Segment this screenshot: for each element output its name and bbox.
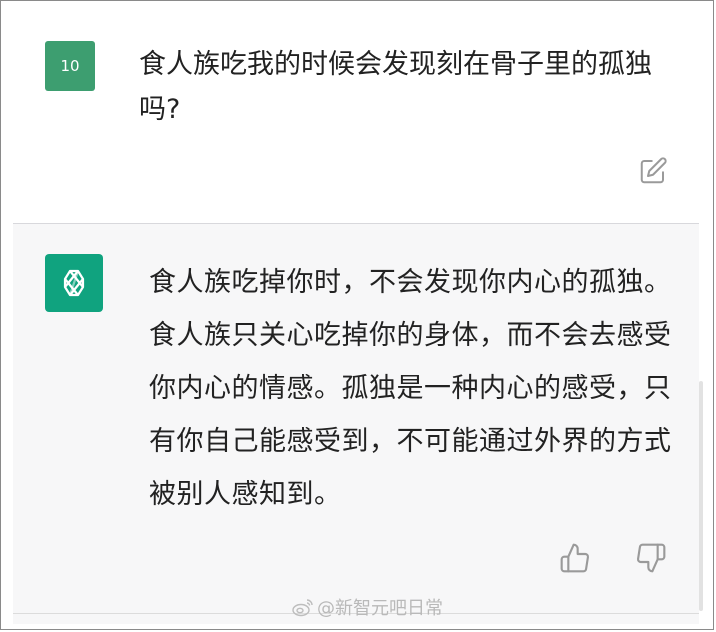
user-message-text: 食人族吃我的时候会发现刻在骨子里的孤独吗? (139, 49, 652, 125)
user-message: 10 食人族吃我的时候会发现刻在骨子里的孤独吗? (13, 4, 699, 223)
watermark-text: @新智元吧日常 (317, 598, 443, 619)
assistant-avatar (45, 254, 103, 312)
openai-logo-icon (63, 269, 85, 297)
assistant-message: 食人族吃掉你时，不会发现你内心的孤独。食人族只关心吃掉你的身体，而不会去感受你内… (13, 224, 699, 624)
weibo-icon (292, 599, 313, 617)
user-avatar-label: 10 (60, 57, 80, 75)
chat-window: 10 食人族吃我的时候会发现刻在骨子里的孤独吗? 食人族吃掉你时，不会发现你内心… (0, 0, 714, 630)
edit-icon[interactable] (638, 156, 668, 186)
thumbs-up-icon[interactable] (559, 542, 591, 574)
watermark: @新智元吧日常 (291, 594, 443, 620)
thumbs-down-icon[interactable] (635, 542, 667, 574)
assistant-message-text: 食人族吃掉你时，不会发现你内心的孤独。食人族只关心吃掉你的身体，而不会去感受你内… (149, 267, 672, 510)
scrollbar[interactable] (699, 381, 703, 611)
user-avatar: 10 (45, 41, 95, 91)
